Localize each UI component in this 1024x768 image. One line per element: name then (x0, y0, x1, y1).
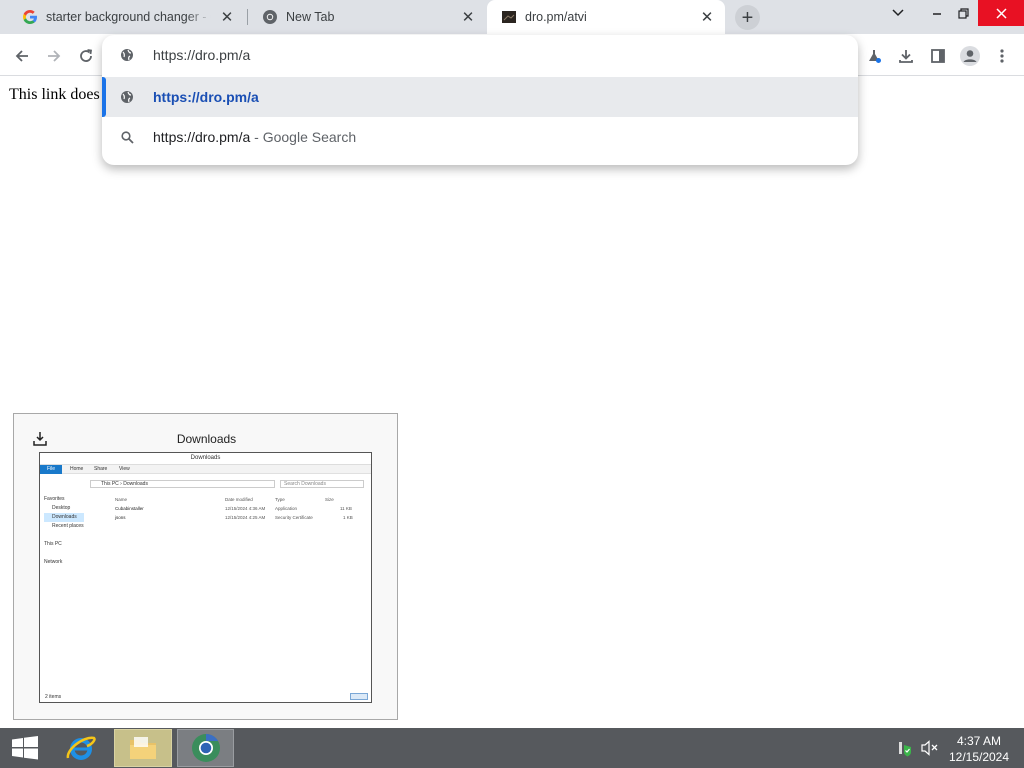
tab-search-chevron-icon[interactable] (884, 0, 912, 26)
site-dark-icon (501, 9, 517, 25)
tab-title: starter background changer - Go (46, 10, 211, 24)
ribbon-view: View (119, 466, 130, 472)
suggestion-text: https://dro.pm/a (153, 89, 259, 105)
explorer-file-list: Name Date modified Type Size Cubabinstal… (115, 495, 370, 522)
network-shield-icon[interactable] (893, 729, 915, 767)
google-g-icon (22, 9, 38, 25)
download-icon[interactable] (892, 42, 920, 70)
preview-title: Downloads (176, 432, 237, 446)
nav-this-pc: This PC (44, 541, 62, 547)
file-type: Application (275, 506, 298, 511)
col-name: Name (115, 497, 128, 502)
search-icon (119, 129, 135, 145)
globe-icon (119, 89, 135, 105)
close-icon[interactable]: ✕ (697, 7, 717, 27)
view-toggle-icon (350, 693, 368, 700)
suggestion-suffix: - Google Search (250, 129, 357, 145)
nav-desktop: Desktop (52, 505, 71, 511)
tab-title: New Tab (286, 10, 335, 24)
clock-time: 4:37 AM (956, 734, 1002, 748)
tab-title: dro.pm/atvi (525, 10, 587, 24)
suggestion-query: https://dro.pm/a (153, 129, 251, 145)
menu-kebab-icon[interactable] (988, 42, 1016, 70)
volume-muted-icon[interactable] (918, 729, 942, 767)
file-explorer-taskbar-button[interactable] (114, 729, 172, 767)
explorer-thumbnail: Downloads File Home Share View This PC ›… (39, 452, 372, 703)
tab-dro-pm[interactable]: dro.pm/atvi ✕ (487, 0, 725, 34)
chrome-taskbar-button[interactable] (177, 729, 234, 767)
side-panel-icon[interactable] (924, 42, 952, 70)
address-input[interactable]: https://dro.pm/a (153, 47, 250, 63)
col-type: Type (275, 497, 285, 502)
nav-downloads: Downloads (44, 513, 84, 522)
back-button[interactable] (8, 42, 36, 70)
tab-starter-background[interactable]: starter background changer - Go ✕ (8, 0, 245, 34)
file-name: Cubabinstaller (115, 506, 144, 511)
file-type: Security Certificate (275, 515, 313, 520)
omnibox-dropdown: https://dro.pm/a https://dro.pm/a https:… (102, 35, 858, 165)
ribbon-file: File (40, 465, 62, 474)
page-body-text: This link does (9, 86, 100, 103)
file-size: 1 KB (343, 515, 353, 520)
nav-favorites: Favorites (44, 496, 65, 502)
file-date: 12/15/2024 4:36 AM (225, 506, 266, 511)
close-icon[interactable]: ✕ (217, 7, 237, 27)
column-header: Name Date modified Type Size (115, 495, 370, 504)
new-tab-button[interactable]: + (735, 5, 760, 30)
clock-date: 12/15/2024 (948, 750, 1010, 764)
tab-strip: starter background changer - Go ✕ New Ta… (0, 0, 1024, 34)
file-size: 11 KB (340, 506, 352, 511)
tab-new-tab[interactable]: New Tab ✕ (248, 0, 486, 34)
explorer-search: Search Downloads (280, 480, 364, 488)
suggestion-url[interactable]: https://dro.pm/a (102, 77, 858, 117)
address-bar[interactable]: https://dro.pm/a (102, 35, 858, 75)
restore-button[interactable] (950, 0, 976, 26)
minimize-button[interactable] (924, 0, 950, 26)
downloads-window-preview[interactable]: Downloads Downloads File Home Share View… (13, 413, 398, 720)
file-row: Cubabinstaller 12/15/2024 4:36 AM Applic… (115, 504, 370, 513)
explorer-nav-pane: Favorites Desktop Downloads Recent place… (44, 495, 84, 567)
col-date: Date modified (225, 497, 253, 502)
nav-recent: Recent places (52, 523, 84, 529)
file-date: 12/15/2024 4:25 AM (225, 515, 266, 520)
explorer-address-bar: This PC › Downloads Search Downloads (40, 479, 371, 490)
taskbar (0, 728, 1024, 768)
ribbon-share: Share (94, 466, 108, 472)
internet-explorer-icon[interactable] (56, 729, 106, 767)
explorer-titlebar: Downloads (40, 453, 371, 465)
ribbon-home: Home (70, 466, 84, 472)
file-row: jsons 12/15/2024 4:25 AM Security Certif… (115, 513, 370, 522)
col-size: Size (325, 497, 334, 502)
globe-icon (119, 47, 135, 63)
close-icon[interactable]: ✕ (458, 7, 478, 27)
reload-button[interactable] (72, 42, 100, 70)
labs-flask-icon[interactable] (860, 42, 888, 70)
nav-network: Network (44, 559, 63, 565)
close-window-button[interactable] (978, 0, 1024, 26)
system-clock[interactable]: 4:37 AM 12/15/2024 (948, 733, 1010, 765)
chrome-icon (262, 9, 278, 25)
start-button[interactable] (0, 729, 50, 767)
suggestion-text: https://dro.pm/a - Google Search (153, 129, 356, 145)
explorer-status: 2 items (45, 694, 62, 700)
file-name: jsons (115, 515, 126, 520)
profile-avatar-icon[interactable] (956, 42, 984, 70)
explorer-title: Downloads (190, 455, 221, 461)
suggestion-search[interactable]: https://dro.pm/a - Google Search (102, 117, 858, 157)
explorer-path: This PC › Downloads (90, 480, 275, 488)
forward-button[interactable] (40, 42, 68, 70)
explorer-ribbon: File Home Share View (40, 465, 371, 474)
